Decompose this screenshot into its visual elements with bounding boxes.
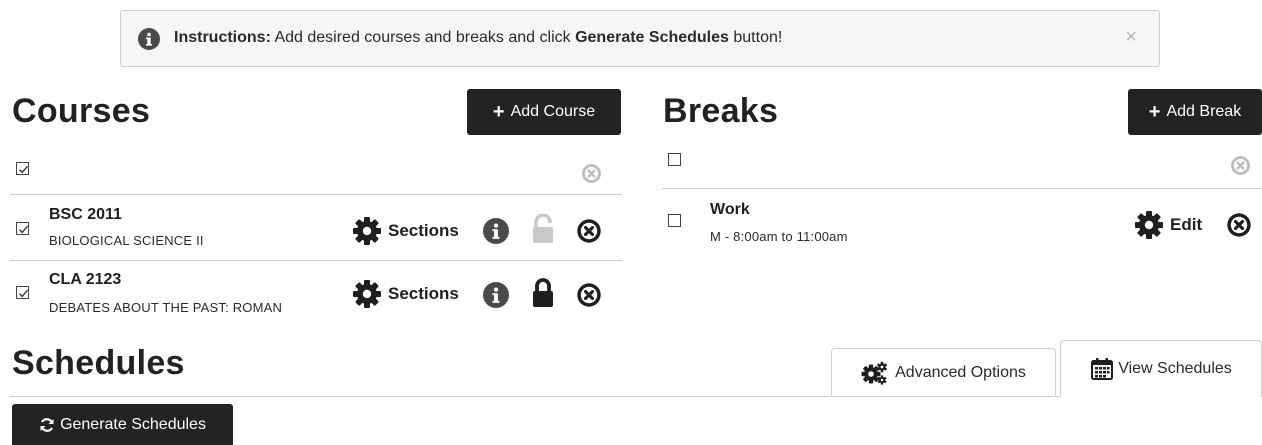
course-checkbox[interactable] xyxy=(16,286,29,299)
add-course-label: Add Course xyxy=(510,103,596,120)
add-break-button[interactable]: + Add Break xyxy=(1128,89,1262,135)
sections-button[interactable]: Sections xyxy=(352,279,459,309)
lock-icon[interactable] xyxy=(530,277,556,309)
sections-label: Sections xyxy=(388,284,459,303)
generate-schedules-button[interactable]: Generate Schedules xyxy=(12,404,233,445)
unlock-icon[interactable] xyxy=(530,214,556,244)
sections-label: Sections xyxy=(388,221,459,240)
sections-button[interactable]: Sections xyxy=(352,216,459,246)
gear-icon xyxy=(353,217,381,245)
remove-course-icon[interactable] xyxy=(576,218,602,244)
remove-all-breaks-icon[interactable] xyxy=(1230,155,1251,176)
course-name: BIOLOGICAL SCIENCE II xyxy=(49,233,204,248)
instructions-alert: Instructions: Add desired courses and br… xyxy=(120,10,1160,67)
info-icon[interactable] xyxy=(483,218,509,244)
schedules-title: Schedules xyxy=(12,344,185,382)
course-code: BSC 2011 xyxy=(49,206,122,223)
remove-course-icon[interactable] xyxy=(576,282,602,308)
close-icon[interactable]: × xyxy=(1125,26,1137,49)
break-time: M - 8:00am to 11:00am xyxy=(710,229,848,244)
divider xyxy=(662,188,1262,189)
gear-icon xyxy=(1135,211,1163,239)
courses-title: Courses xyxy=(12,92,151,130)
course-checkbox[interactable] xyxy=(16,222,29,235)
info-icon[interactable] xyxy=(483,282,509,308)
remove-break-icon[interactable] xyxy=(1226,212,1252,238)
edit-label: Edit xyxy=(1170,215,1203,234)
divider xyxy=(10,194,622,195)
instructions-emphasis: Generate Schedules xyxy=(575,29,729,46)
generate-schedules-label: Generate Schedules xyxy=(60,415,206,433)
breaks-title: Breaks xyxy=(663,92,779,130)
tab-view-schedules[interactable]: View Schedules xyxy=(1060,340,1262,397)
instructions-text: Instructions: Add desired courses and br… xyxy=(174,29,782,47)
divider xyxy=(10,260,622,261)
gears-icon xyxy=(861,361,888,385)
instructions-body: Add desired courses and breaks and click xyxy=(274,29,571,46)
course-name: DEBATES ABOUT THE PAST: ROMAN xyxy=(49,300,283,315)
course-code: CLA 2123 xyxy=(49,271,122,288)
break-name: Work xyxy=(710,201,750,218)
tab-label: View Schedules xyxy=(1118,360,1232,377)
add-course-button[interactable]: + Add Course xyxy=(467,89,621,135)
add-break-label: Add Break xyxy=(1166,103,1242,120)
tab-label: Advanced Options xyxy=(895,363,1026,381)
breaks-select-all-checkbox[interactable] xyxy=(668,153,681,166)
gear-icon xyxy=(353,280,381,308)
plus-icon: + xyxy=(1148,101,1161,123)
break-checkbox[interactable] xyxy=(668,214,681,227)
instructions-tail: button! xyxy=(733,29,783,46)
plus-icon: + xyxy=(492,101,505,123)
tab-advanced-options[interactable]: Advanced Options xyxy=(831,348,1056,396)
courses-select-all-checkbox[interactable] xyxy=(16,162,29,175)
info-icon xyxy=(138,28,160,50)
instructions-label: Instructions: xyxy=(174,29,271,46)
edit-break-button[interactable]: Edit xyxy=(1134,210,1202,240)
tabs-divider xyxy=(10,396,1060,397)
refresh-icon xyxy=(40,417,54,432)
remove-all-courses-icon[interactable] xyxy=(581,163,602,184)
calendar-icon xyxy=(1091,358,1114,380)
